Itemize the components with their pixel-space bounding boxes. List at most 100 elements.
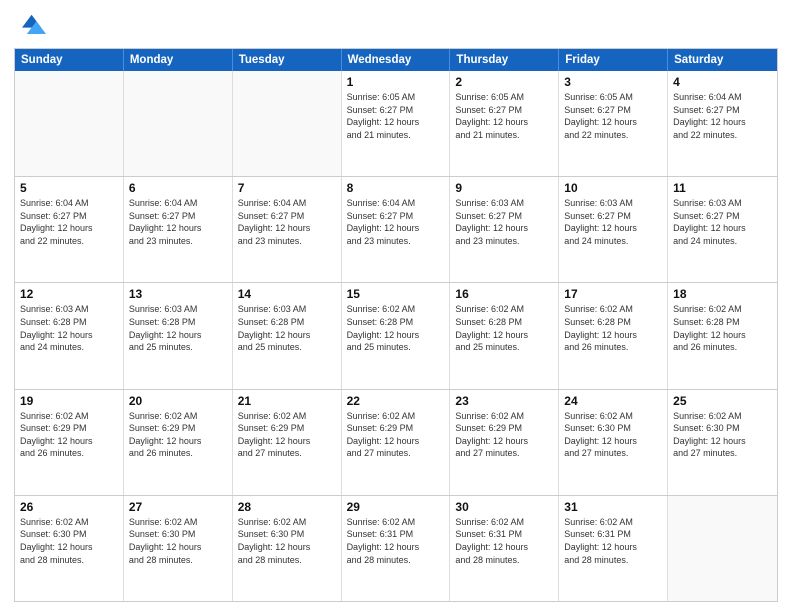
calendar-day-4: 4 Sunrise: 6:04 AMSunset: 6:27 PMDaylight… xyxy=(668,71,777,176)
calendar-day-7: 7 Sunrise: 6:04 AMSunset: 6:27 PMDaylight… xyxy=(233,177,342,282)
day-info: Sunrise: 6:04 AMSunset: 6:27 PMDaylight:… xyxy=(129,197,227,247)
calendar-day-27: 27 Sunrise: 6:02 AMSunset: 6:30 PMDayligh… xyxy=(124,496,233,601)
day-info: Sunrise: 6:05 AMSunset: 6:27 PMDaylight:… xyxy=(347,91,445,141)
header-day-thursday: Thursday xyxy=(450,49,559,71)
day-info: Sunrise: 6:04 AMSunset: 6:27 PMDaylight:… xyxy=(20,197,118,247)
day-number: 3 xyxy=(564,75,662,89)
calendar-day-31: 31 Sunrise: 6:02 AMSunset: 6:31 PMDayligh… xyxy=(559,496,668,601)
calendar-body: 1 Sunrise: 6:05 AMSunset: 6:27 PMDaylight… xyxy=(15,71,777,601)
calendar-day-empty xyxy=(668,496,777,601)
day-number: 18 xyxy=(673,287,772,301)
day-info: Sunrise: 6:02 AMSunset: 6:29 PMDaylight:… xyxy=(20,410,118,460)
calendar-day-12: 12Sunrise: 6:03 AMSunset: 6:28 PMDayligh… xyxy=(15,283,124,388)
calendar-day-6: 6 Sunrise: 6:04 AMSunset: 6:27 PMDaylight… xyxy=(124,177,233,282)
header-day-friday: Friday xyxy=(559,49,668,71)
day-info: Sunrise: 6:04 AMSunset: 6:27 PMDaylight:… xyxy=(238,197,336,247)
day-info: Sunrise: 6:03 AMSunset: 6:27 PMDaylight:… xyxy=(673,197,772,247)
day-number: 24 xyxy=(564,394,662,408)
calendar-day-2: 2 Sunrise: 6:05 AMSunset: 6:27 PMDaylight… xyxy=(450,71,559,176)
day-info: Sunrise: 6:05 AMSunset: 6:27 PMDaylight:… xyxy=(564,91,662,141)
day-number: 23 xyxy=(455,394,553,408)
calendar-day-28: 28 Sunrise: 6:02 AMSunset: 6:30 PMDayligh… xyxy=(233,496,342,601)
day-number: 9 xyxy=(455,181,553,195)
calendar-week-3: 12Sunrise: 6:03 AMSunset: 6:28 PMDayligh… xyxy=(15,282,777,388)
header-day-monday: Monday xyxy=(124,49,233,71)
day-number: 10 xyxy=(564,181,662,195)
calendar-day-21: 21Sunrise: 6:02 AMSunset: 6:29 PMDayligh… xyxy=(233,390,342,495)
day-number: 19 xyxy=(20,394,118,408)
calendar-week-2: 5 Sunrise: 6:04 AMSunset: 6:27 PMDaylight… xyxy=(15,176,777,282)
calendar-week-5: 26 Sunrise: 6:02 AMSunset: 6:30 PMDayligh… xyxy=(15,495,777,601)
day-info: Sunrise: 6:02 AMSunset: 6:30 PMDaylight:… xyxy=(564,410,662,460)
day-info: Sunrise: 6:04 AMSunset: 6:27 PMDaylight:… xyxy=(347,197,445,247)
calendar-day-22: 22 Sunrise: 6:02 AMSunset: 6:29 PMDayligh… xyxy=(342,390,451,495)
day-info: Sunrise: 6:02 AMSunset: 6:31 PMDaylight:… xyxy=(564,516,662,566)
logo-icon xyxy=(14,10,46,42)
day-info: Sunrise: 6:02 AMSunset: 6:28 PMDaylight:… xyxy=(455,303,553,353)
page: SundayMondayTuesdayWednesdayThursdayFrid… xyxy=(0,0,792,612)
day-info: Sunrise: 6:02 AMSunset: 6:30 PMDaylight:… xyxy=(673,410,772,460)
calendar-day-empty xyxy=(15,71,124,176)
day-info: Sunrise: 6:04 AMSunset: 6:27 PMDaylight:… xyxy=(673,91,772,141)
day-number: 30 xyxy=(455,500,553,514)
calendar-day-1: 1 Sunrise: 6:05 AMSunset: 6:27 PMDaylight… xyxy=(342,71,451,176)
calendar-day-10: 10 Sunrise: 6:03 AMSunset: 6:27 PMDayligh… xyxy=(559,177,668,282)
day-number: 15 xyxy=(347,287,445,301)
calendar-day-17: 17Sunrise: 6:02 AMSunset: 6:28 PMDayligh… xyxy=(559,283,668,388)
calendar-day-23: 23Sunrise: 6:02 AMSunset: 6:29 PMDayligh… xyxy=(450,390,559,495)
calendar-day-18: 18 Sunrise: 6:02 AMSunset: 6:28 PMDayligh… xyxy=(668,283,777,388)
day-info: Sunrise: 6:02 AMSunset: 6:29 PMDaylight:… xyxy=(129,410,227,460)
day-number: 1 xyxy=(347,75,445,89)
day-info: Sunrise: 6:02 AMSunset: 6:28 PMDaylight:… xyxy=(347,303,445,353)
calendar-day-11: 11 Sunrise: 6:03 AMSunset: 6:27 PMDayligh… xyxy=(668,177,777,282)
calendar-day-26: 26 Sunrise: 6:02 AMSunset: 6:30 PMDayligh… xyxy=(15,496,124,601)
day-number: 5 xyxy=(20,181,118,195)
day-info: Sunrise: 6:03 AMSunset: 6:27 PMDaylight:… xyxy=(564,197,662,247)
calendar-day-8: 8 Sunrise: 6:04 AMSunset: 6:27 PMDaylight… xyxy=(342,177,451,282)
day-info: Sunrise: 6:02 AMSunset: 6:30 PMDaylight:… xyxy=(129,516,227,566)
calendar-day-25: 25 Sunrise: 6:02 AMSunset: 6:30 PMDayligh… xyxy=(668,390,777,495)
day-number: 20 xyxy=(129,394,227,408)
day-number: 11 xyxy=(673,181,772,195)
calendar-day-20: 20 Sunrise: 6:02 AMSunset: 6:29 PMDayligh… xyxy=(124,390,233,495)
day-number: 16 xyxy=(455,287,553,301)
calendar-day-empty xyxy=(124,71,233,176)
day-info: Sunrise: 6:05 AMSunset: 6:27 PMDaylight:… xyxy=(455,91,553,141)
day-number: 25 xyxy=(673,394,772,408)
calendar: SundayMondayTuesdayWednesdayThursdayFrid… xyxy=(14,48,778,602)
calendar-day-15: 15 Sunrise: 6:02 AMSunset: 6:28 PMDayligh… xyxy=(342,283,451,388)
day-info: Sunrise: 6:02 AMSunset: 6:31 PMDaylight:… xyxy=(347,516,445,566)
day-number: 26 xyxy=(20,500,118,514)
calendar-day-empty xyxy=(233,71,342,176)
header-day-sunday: Sunday xyxy=(15,49,124,71)
day-number: 22 xyxy=(347,394,445,408)
day-info: Sunrise: 6:03 AMSunset: 6:27 PMDaylight:… xyxy=(455,197,553,247)
day-info: Sunrise: 6:02 AMSunset: 6:28 PMDaylight:… xyxy=(673,303,772,353)
day-number: 7 xyxy=(238,181,336,195)
calendar-day-24: 24 Sunrise: 6:02 AMSunset: 6:30 PMDayligh… xyxy=(559,390,668,495)
day-number: 31 xyxy=(564,500,662,514)
day-info: Sunrise: 6:02 AMSunset: 6:30 PMDaylight:… xyxy=(238,516,336,566)
day-number: 4 xyxy=(673,75,772,89)
day-number: 21 xyxy=(238,394,336,408)
header-day-tuesday: Tuesday xyxy=(233,49,342,71)
day-info: Sunrise: 6:02 AMSunset: 6:28 PMDaylight:… xyxy=(564,303,662,353)
day-number: 8 xyxy=(347,181,445,195)
calendar-day-19: 19 Sunrise: 6:02 AMSunset: 6:29 PMDayligh… xyxy=(15,390,124,495)
day-info: Sunrise: 6:02 AMSunset: 6:30 PMDaylight:… xyxy=(20,516,118,566)
header-day-wednesday: Wednesday xyxy=(342,49,451,71)
day-number: 2 xyxy=(455,75,553,89)
day-info: Sunrise: 6:02 AMSunset: 6:29 PMDaylight:… xyxy=(347,410,445,460)
calendar-day-16: 16 Sunrise: 6:02 AMSunset: 6:28 PMDayligh… xyxy=(450,283,559,388)
calendar-day-5: 5 Sunrise: 6:04 AMSunset: 6:27 PMDaylight… xyxy=(15,177,124,282)
day-number: 14 xyxy=(238,287,336,301)
day-info: Sunrise: 6:03 AMSunset: 6:28 PMDaylight:… xyxy=(20,303,118,353)
calendar-header-row: SundayMondayTuesdayWednesdayThursdayFrid… xyxy=(15,49,777,71)
calendar-day-29: 29Sunrise: 6:02 AMSunset: 6:31 PMDayligh… xyxy=(342,496,451,601)
header-day-saturday: Saturday xyxy=(668,49,777,71)
logo xyxy=(14,10,50,42)
day-number: 28 xyxy=(238,500,336,514)
calendar-week-4: 19 Sunrise: 6:02 AMSunset: 6:29 PMDayligh… xyxy=(15,389,777,495)
day-number: 6 xyxy=(129,181,227,195)
day-number: 27 xyxy=(129,500,227,514)
